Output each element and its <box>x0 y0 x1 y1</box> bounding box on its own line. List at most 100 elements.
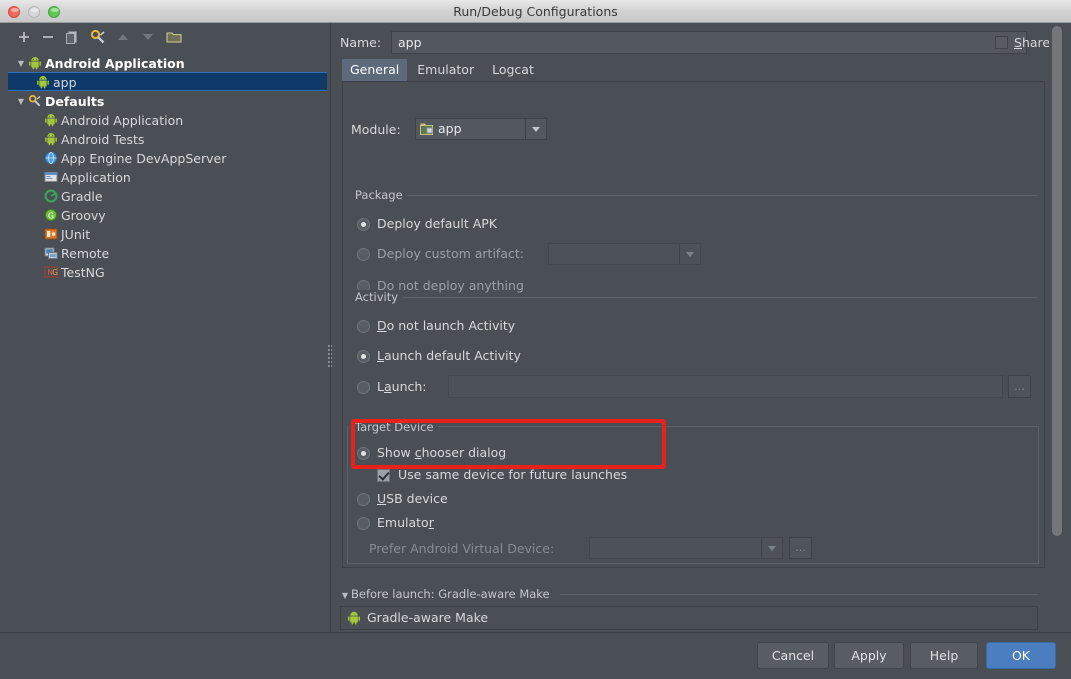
radio-launch-default-activity[interactable] <box>357 350 370 363</box>
ok-button[interactable]: OK <box>986 642 1056 669</box>
before-launch-list[interactable]: Gradle-aware Make <box>340 606 1038 630</box>
tab-general[interactable]: General <box>342 59 407 81</box>
custom-artifact-combobox[interactable] <box>548 243 701 265</box>
label-do-not-launch-activity[interactable]: Do not launch Activity <box>377 318 515 333</box>
tree-item-remote[interactable]: Remote <box>0 243 331 262</box>
remove-button[interactable] <box>38 27 58 47</box>
android-icon <box>36 75 51 89</box>
radio-do-not-launch-activity[interactable] <box>357 320 370 333</box>
configurations-tree[interactable]: ▼Android Applicationapp▼DefaultsAndroid … <box>0 51 331 632</box>
svg-text:G: G <box>52 268 58 277</box>
android-icon <box>44 132 59 146</box>
prefer-avd-combobox[interactable] <box>589 537 783 559</box>
tree-item-label: Gradle <box>61 189 103 204</box>
tree-item-android-application[interactable]: ▼ Android Application <box>0 53 331 72</box>
move-down-button[interactable] <box>138 27 158 47</box>
module-combobox[interactable]: app <box>415 118 547 140</box>
share-checkbox[interactable] <box>995 36 1008 49</box>
window-title-bar: Run/Debug Configurations <box>0 0 1071 23</box>
help-button[interactable]: Help <box>910 642 978 669</box>
label-emulator[interactable]: Emulator <box>377 515 434 530</box>
radio-launch-activity[interactable] <box>357 381 370 394</box>
tree-item-android-tests[interactable]: Android Tests <box>0 129 331 148</box>
label-launch-activity[interactable]: Launch: <box>377 379 427 394</box>
android-icon <box>44 113 59 127</box>
label-launch-default-activity[interactable]: Launch default Activity <box>377 348 521 363</box>
share-label[interactable]: Share <box>1014 35 1050 50</box>
module-icon <box>420 123 434 136</box>
tree-item-groovy[interactable]: GGroovy <box>0 205 331 224</box>
activity-group-title: Activity <box>351 290 402 304</box>
radio-emulator[interactable] <box>357 517 370 530</box>
checkbox-use-same-device[interactable] <box>377 469 390 482</box>
package-group-line <box>401 195 1038 196</box>
scrollbar-thumb[interactable] <box>1052 26 1062 536</box>
window-title: Run/Debug Configurations <box>0 0 1071 23</box>
groovy-icon: G <box>44 208 59 222</box>
tree-item-app-engine-devappserver[interactable]: App Engine DevAppServer <box>0 148 331 167</box>
radio-deploy-custom-artifact[interactable] <box>357 248 370 261</box>
edit-defaults-button[interactable] <box>88 27 108 47</box>
tree-item-junit[interactable]: JUnit <box>0 224 331 243</box>
tree-item-label: App Engine DevAppServer <box>61 151 226 166</box>
move-up-button[interactable] <box>113 27 133 47</box>
radio-show-chooser-dialog[interactable] <box>357 447 370 460</box>
add-button[interactable] <box>14 27 34 47</box>
chevron-down-icon[interactable] <box>761 538 782 558</box>
chevron-down-icon[interactable] <box>525 119 546 139</box>
tree-item-defaults[interactable]: ▼ Defaults <box>0 91 331 110</box>
tree-item-label: Application <box>61 170 131 185</box>
chevron-down-icon[interactable] <box>679 244 700 264</box>
tree-item-label: Android Application <box>45 56 185 71</box>
create-folder-button[interactable] <box>164 27 184 47</box>
before-launch-item[interactable]: Gradle-aware Make <box>347 610 607 628</box>
svg-text:G: G <box>48 211 54 220</box>
before-launch-header[interactable]: ▼ Before launch: Gradle-aware Make <box>340 587 560 603</box>
vertical-scrollbar[interactable] <box>1049 24 1064 568</box>
package-group-title: Package <box>351 188 407 202</box>
cancel-button[interactable]: Cancel <box>757 642 829 669</box>
module-value: app <box>438 119 462 139</box>
label-prefer-avd: Prefer Android Virtual Device: <box>369 541 554 556</box>
target-device-group-line <box>425 426 1039 427</box>
chevron-down-icon[interactable]: ▼ <box>14 92 28 111</box>
android-icon <box>28 56 43 70</box>
chevron-down-icon[interactable]: ▼ <box>340 591 350 600</box>
tree-item-app[interactable]: app <box>8 72 327 91</box>
tree-item-label: JUnit <box>61 227 90 242</box>
label-deploy-default-apk[interactable]: Deploy default APK <box>377 216 497 231</box>
tab-emulator[interactable]: Emulator <box>409 59 482 81</box>
tree-item-android-application[interactable]: Android Application <box>0 110 331 129</box>
tree-item-label: Defaults <box>45 94 104 109</box>
name-label: Name: <box>340 35 381 50</box>
tree-item-application[interactable]: Application <box>0 167 331 186</box>
radio-usb-device[interactable] <box>357 493 370 506</box>
gradle-icon <box>44 189 59 203</box>
application-icon <box>44 170 59 184</box>
prefer-avd-browse-button[interactable]: ... <box>789 537 812 559</box>
tree-item-testng[interactable]: NGTestNG <box>0 262 331 281</box>
tree-item-label: app <box>53 75 77 90</box>
tree-item-label: TestNG <box>61 265 105 280</box>
label-deploy-custom-artifact[interactable]: Deploy custom artifact: <box>377 246 524 261</box>
testng-icon: NG <box>44 265 59 279</box>
chevron-down-icon[interactable]: ▼ <box>14 54 28 73</box>
label-usb-device[interactable]: USB device <box>377 491 448 506</box>
radio-deploy-default-apk[interactable] <box>357 218 370 231</box>
name-input[interactable] <box>391 31 1027 54</box>
dialog-button-bar: Cancel Apply Help OK <box>0 632 1071 679</box>
configurations-toolbar <box>0 23 331 51</box>
copy-configuration-button[interactable] <box>62 27 82 47</box>
tree-item-label: Android Tests <box>61 132 144 147</box>
appengine-icon <box>44 151 59 165</box>
launch-activity-input[interactable] <box>448 375 1003 398</box>
launch-activity-browse-button[interactable]: ... <box>1008 375 1031 398</box>
wrench-icon <box>28 94 43 108</box>
editor-tabs[interactable]: GeneralEmulatorLogcat <box>342 59 544 81</box>
tab-logcat[interactable]: Logcat <box>484 59 542 81</box>
label-use-same-device[interactable]: Use same device for future launches <box>398 467 627 482</box>
module-label: Module: <box>351 122 401 137</box>
tree-item-gradle[interactable]: Gradle <box>0 186 331 205</box>
apply-button[interactable]: Apply <box>834 642 904 669</box>
label-show-chooser-dialog[interactable]: Show chooser dialog <box>377 445 506 460</box>
